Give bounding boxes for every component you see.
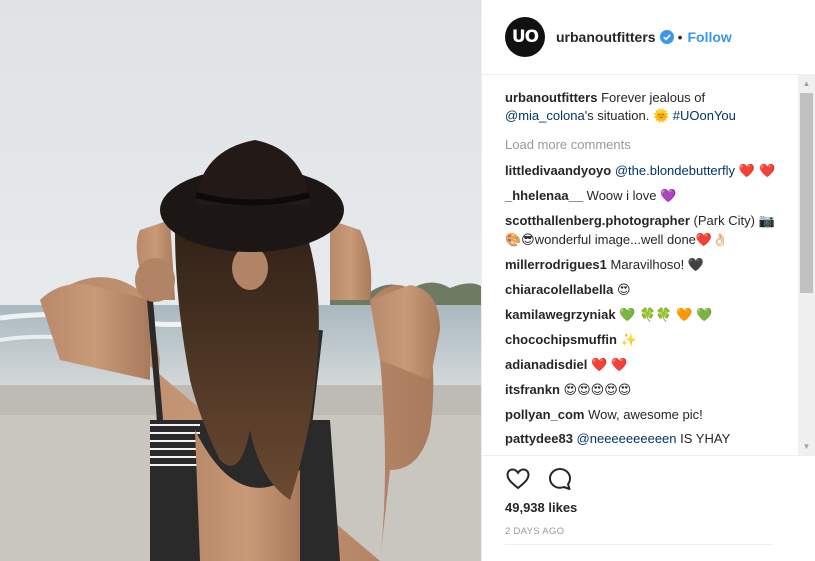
- load-more-comments-button[interactable]: Load more comments: [505, 136, 777, 154]
- comment-emoji: 😍: [617, 283, 631, 298]
- comment-username[interactable]: pattydee83: [505, 431, 573, 446]
- comment-bubble-icon[interactable]: [547, 466, 573, 492]
- comment-emoji-2: ❤️👌🏻: [695, 233, 729, 248]
- comment-item: adianadisdiel ❤️ ❤️: [505, 356, 777, 375]
- comment-username[interactable]: chiaracolellabella: [505, 282, 613, 297]
- follow-button[interactable]: Follow: [687, 29, 731, 45]
- comment-mention[interactable]: @neeeeeeeeeen: [577, 431, 677, 446]
- post-side-panel: UO urbanoutfitters • Follow urbanoutfitt…: [481, 0, 815, 561]
- comment-username[interactable]: pollyan_com: [505, 407, 584, 422]
- comment-emoji: ❤️ ❤️: [738, 164, 776, 179]
- comment-emoji: ❤️ ❤️: [591, 358, 628, 373]
- scroll-up-arrow-icon[interactable]: ▲: [798, 75, 815, 92]
- instagram-post: UO urbanoutfitters • Follow urbanoutfitt…: [0, 0, 815, 561]
- comment-item: kamilawegrzyniak 💚 🍀🍀 🧡 💚: [505, 306, 777, 325]
- comment-emoji: 💚 🍀🍀 🧡 💚: [619, 308, 713, 323]
- verified-badge-icon: [659, 30, 674, 44]
- comment-text: (Park City): [693, 213, 755, 228]
- post-timestamp[interactable]: 2 DAYS AGO: [505, 526, 564, 537]
- caption-text: Forever jealous of: [601, 90, 706, 105]
- caption-text-2: 's situation.: [584, 108, 650, 123]
- comment-item: chiaracolellabella 😍: [505, 281, 777, 300]
- beach-photo-illustration: [0, 0, 481, 561]
- comment-item: millerrodrigues1 Maravilhoso! 🖤: [505, 256, 777, 275]
- comment-emoji: 💜: [660, 189, 677, 204]
- comment-text: Wow, awesome pic!: [588, 407, 703, 422]
- caption-hashtag[interactable]: #UOonYou: [673, 108, 736, 123]
- comment-emoji: ✨: [620, 333, 637, 348]
- comments-scrollbar[interactable]: ▲ ▼: [798, 75, 815, 455]
- caption: urbanoutfitters Forever jealous of @mia_…: [505, 89, 777, 126]
- comment-item: littledivaandyoyo @the.blondebutterfly ❤…: [505, 162, 777, 181]
- separator-dot: •: [677, 29, 683, 45]
- likes-count[interactable]: 49,938 likes: [505, 500, 577, 515]
- comment-item: _hhelenaa__ Woow i love 💜: [505, 187, 777, 206]
- caption-emoji: 🌞: [652, 109, 670, 124]
- scroll-down-arrow-icon[interactable]: ▼: [798, 438, 815, 455]
- comment-emoji: 😍😍😍😍😍: [563, 383, 632, 398]
- comment-text: IS YHAY: [680, 431, 731, 446]
- scrollbar-thumb[interactable]: [800, 93, 813, 293]
- comment-emoji: 🖤: [687, 258, 705, 273]
- comment-username[interactable]: itsfrankn: [505, 382, 560, 397]
- comment-username[interactable]: _hhelenaa__: [505, 188, 583, 203]
- comment-username[interactable]: kamilawegrzyniak: [505, 307, 616, 322]
- divider: [505, 544, 773, 545]
- comment-text: Maravilhoso!: [610, 257, 685, 272]
- comment-mention[interactable]: @the.blondebutterfly: [615, 163, 735, 178]
- caption-username[interactable]: urbanoutfitters: [505, 90, 597, 105]
- comment-item: pattydee83 @neeeeeeeeeen IS YHAY: [505, 430, 777, 448]
- heart-icon[interactable]: [505, 466, 531, 492]
- comment-username[interactable]: adianadisdiel: [505, 357, 587, 372]
- comment-username[interactable]: scotthallenberg.photographer: [505, 213, 690, 228]
- comment-item: pollyan_com Wow, awesome pic!: [505, 406, 777, 424]
- comment-item: itsfrankn 😍😍😍😍😍: [505, 381, 777, 400]
- comment-username[interactable]: littledivaandyoyo: [505, 163, 611, 178]
- comment-item: scotthallenberg.photographer (Park City)…: [505, 212, 777, 250]
- caption-mention[interactable]: @mia_colona: [505, 108, 585, 123]
- comment-text-2: wonderful image...well done: [534, 232, 696, 247]
- comment-username[interactable]: millerrodrigues1: [505, 257, 607, 272]
- comment-text: Woow i love: [586, 188, 657, 203]
- comment-username[interactable]: chocochipsmuffin: [505, 332, 617, 347]
- post-header: UO urbanoutfitters • Follow: [482, 0, 815, 75]
- post-actions: 49,938 likes 2 DAYS AGO: [482, 455, 815, 561]
- header-username[interactable]: urbanoutfitters: [556, 29, 656, 45]
- comment-item: chocochipsmuffin ✨: [505, 331, 777, 350]
- avatar[interactable]: UO: [505, 17, 545, 57]
- post-photo[interactable]: [0, 0, 481, 561]
- comments-list[interactable]: urbanoutfitters Forever jealous of @mia_…: [482, 75, 815, 455]
